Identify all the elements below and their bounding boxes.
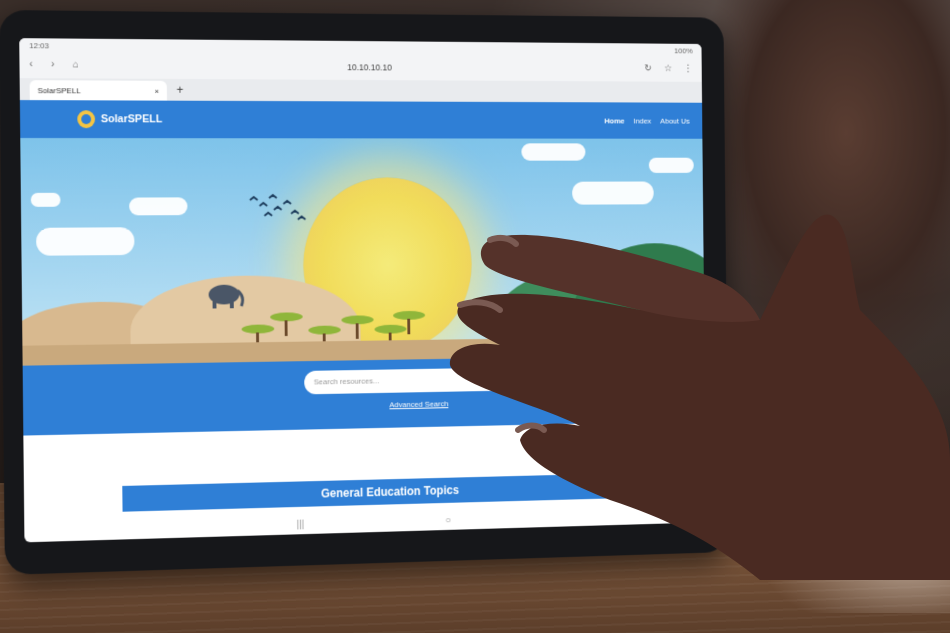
back-icon[interactable]: ‹ [29,59,39,70]
address-bar[interactable]: 10.10.10.10 [94,61,633,74]
reload-icon[interactable]: ↻ [644,63,653,74]
nav-home[interactable]: Home [604,116,624,125]
logo-text: SolarSPELL [100,113,163,126]
menu-icon[interactable]: ⋮ [684,64,693,74]
new-tab-button[interactable]: + [176,83,183,97]
cloud [129,197,188,216]
nav-about[interactable]: About Us [660,116,690,125]
bookmark-icon[interactable]: ☆ [664,64,673,75]
solarspell-logo-icon [77,110,96,129]
hand [449,214,950,580]
tab-strip: SolarSPELL × + [19,78,703,103]
home-icon[interactable]: ⌂ [73,59,83,70]
tab-title: SolarSPELL [37,85,81,95]
status-battery: 100% [674,46,693,55]
cloud [30,192,61,207]
tab-close-icon[interactable]: × [155,86,160,95]
nav-links: Home Index About Us [604,116,689,125]
nav-index[interactable]: Index [634,116,652,125]
recents-icon[interactable]: ||| [297,519,305,530]
cloud [36,227,135,256]
browser-tab[interactable]: SolarSPELL × [29,80,167,101]
site-logo[interactable]: SolarSPELL [77,110,163,129]
elephant-illustration [208,281,246,311]
site-navbar: SolarSPELL Home Index About Us [19,100,703,139]
birds-flock [245,192,312,231]
cloud [521,143,586,161]
browser-toolbar: ‹ › ⌂ 10.10.10.10 ↻ ☆ ⋮ [19,52,702,82]
status-time: 12:03 [29,40,50,50]
forward-icon[interactable]: › [51,59,61,70]
cloud [648,157,694,173]
